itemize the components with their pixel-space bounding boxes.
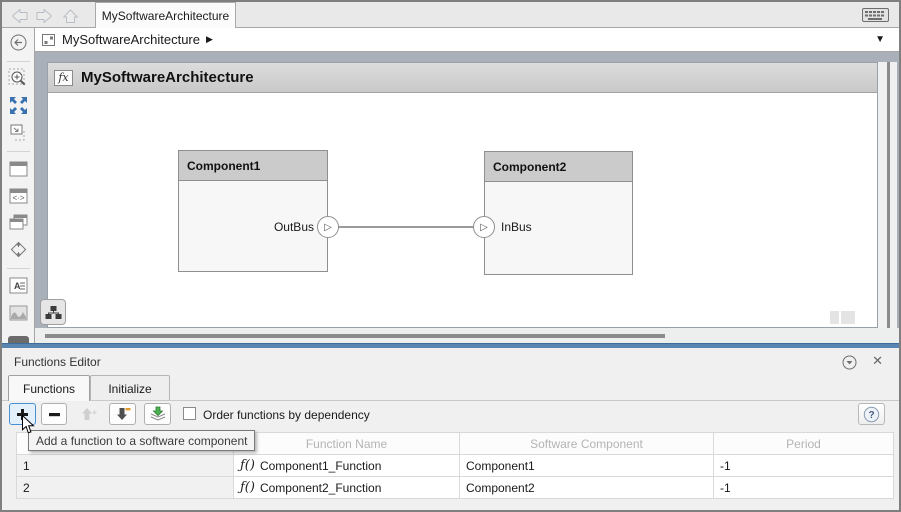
component2-name: Component2 [493,160,566,174]
fit-to-view-icon[interactable] [8,95,29,116]
tab-functions[interactable]: Functions [8,375,90,401]
move-up-button[interactable] [75,403,101,425]
down-arrow-minus-icon [115,407,131,421]
row-number: 2 [17,477,234,499]
annotation-icon[interactable]: A [8,275,29,296]
app-window: MySoftwareArchitecture MySoftwareArchite… [0,0,901,512]
canvas-resize-grip[interactable] [830,311,855,324]
import-functions-button[interactable] [144,403,171,425]
tab-bar: MySoftwareArchitecture [2,2,899,28]
horizontal-scrollbar[interactable] [35,328,899,343]
document-tab[interactable]: MySoftwareArchitecture [95,2,236,28]
vertical-scrollbar[interactable] [878,62,897,328]
forward-arrow-icon[interactable] [35,8,53,23]
diagram-viewport: fx MySoftwareArchitecture Component1 Out… [35,52,899,343]
mouse-cursor [21,414,37,441]
add-function-tooltip: Add a function to a software component [28,430,255,451]
period-cell[interactable]: -1 [714,455,894,477]
architecture-canvas[interactable]: fx MySoftwareArchitecture Component1 Out… [47,62,878,328]
component1-name: Component1 [187,159,260,173]
code-viewer-icon[interactable]: <·> [8,185,29,206]
outbus-port-label: OutBus [244,220,314,234]
canvas-title-bar: fx MySoftwareArchitecture [48,63,877,93]
sidebar-overflow-icon[interactable] [8,336,29,343]
component2-block[interactable]: Component2 [484,151,633,275]
function-icon: ƒ() [240,458,255,473]
canvas-title: MySoftwareArchitecture [81,69,254,86]
fx-badge-icon: fx [54,70,73,86]
tab-functions-label: Functions [23,382,75,396]
close-panel-icon[interactable]: ✕ [872,353,883,369]
breadcrumb-item[interactable]: MySoftwareArchitecture [62,32,200,47]
move-down-button[interactable] [109,403,136,425]
inbus-port-label: InBus [501,220,532,234]
svg-text:<·>: <·> [12,193,24,202]
outbus-port-icon[interactable]: ▷ [317,216,339,238]
up-arrow-icon[interactable] [61,8,79,23]
question-icon: ? [863,406,880,423]
sidebar-divider [7,151,30,152]
zoom-in-icon[interactable] [8,68,29,89]
function-name: Component2_Function [260,481,381,495]
hierarchy-badge-button[interactable] [40,299,66,325]
breadcrumb: MySoftwareArchitecture ▶ ▼ [35,28,899,52]
import-layers-icon [149,406,167,422]
component1-header: Component1 [179,151,327,181]
connector-wire[interactable] [328,226,484,228]
document-tab-label: MySoftwareArchitecture [102,9,229,23]
inbus-port-icon[interactable]: ▷ [473,216,495,238]
back-arrow-icon[interactable] [10,8,28,23]
tab-initialize[interactable]: Initialize [90,375,170,401]
order-functions-checkbox[interactable] [183,407,196,420]
minimize-panel-icon[interactable] [842,355,857,375]
duplicate-icon[interactable] [8,212,29,233]
component2-header: Component2 [485,152,632,182]
image-icon[interactable] [8,302,29,323]
svg-text:A: A [14,281,21,291]
hide-browser-icon[interactable] [8,32,29,53]
software-component-cell[interactable]: Component2 [460,477,714,499]
horizontal-scrollbar-thumb[interactable] [45,334,665,338]
remove-function-button[interactable] [41,403,67,425]
breadcrumb-expand-arrow[interactable]: ▶ [206,34,213,45]
svg-text:?: ? [868,410,874,421]
software-component-cell[interactable]: Component1 [460,455,714,477]
order-functions-label: Order functions by dependency [203,408,370,422]
keyboard-shortcuts-icon[interactable] [862,8,889,27]
period-cell[interactable]: -1 [714,477,894,499]
function-name-cell[interactable]: ƒ() Component1_Function [234,455,460,477]
col-header-software-component[interactable]: Software Component [460,433,714,455]
signal-routing-icon[interactable] [8,239,29,260]
col-header-period[interactable]: Period [714,433,894,455]
hierarchy-icon [45,305,62,320]
subsystem-icon [41,32,57,48]
function-name-cell[interactable]: ƒ() Component2_Function [234,477,460,499]
up-arrow-plus-icon [80,407,97,421]
col-header-function-name[interactable]: Function Name [234,433,460,455]
function-name: Component1_Function [260,459,381,473]
help-button[interactable]: ? [858,403,885,425]
sidebar-divider [7,268,30,269]
table-row[interactable]: 1 ƒ() Component1_Function Component1 -1 [17,455,894,477]
function-icon: ƒ() [240,480,255,495]
subsystem-block-icon[interactable] [8,158,29,179]
tab-underline [2,400,899,401]
breadcrumb-dropdown-icon[interactable]: ▼ [875,34,885,45]
component1-block[interactable]: Component1 [178,150,328,272]
palette-sidebar: <·> A [2,28,35,343]
table-row[interactable]: 2 ƒ() Component2_Function Component2 -1 [17,477,894,499]
functions-editor-panel: Functions Editor ✕ Functions Initialize … [2,348,899,510]
vertical-scrollbar-thumb[interactable] [887,62,890,328]
minus-icon [48,408,61,421]
tab-initialize-label: Initialize [108,382,151,396]
panel-title: Functions Editor [14,355,101,369]
port-triangle-glyph: ▷ [480,222,488,233]
sidebar-divider [7,61,30,62]
zoom-region-icon[interactable] [8,122,29,143]
row-number: 1 [17,455,234,477]
port-triangle-glyph: ▷ [324,222,332,233]
